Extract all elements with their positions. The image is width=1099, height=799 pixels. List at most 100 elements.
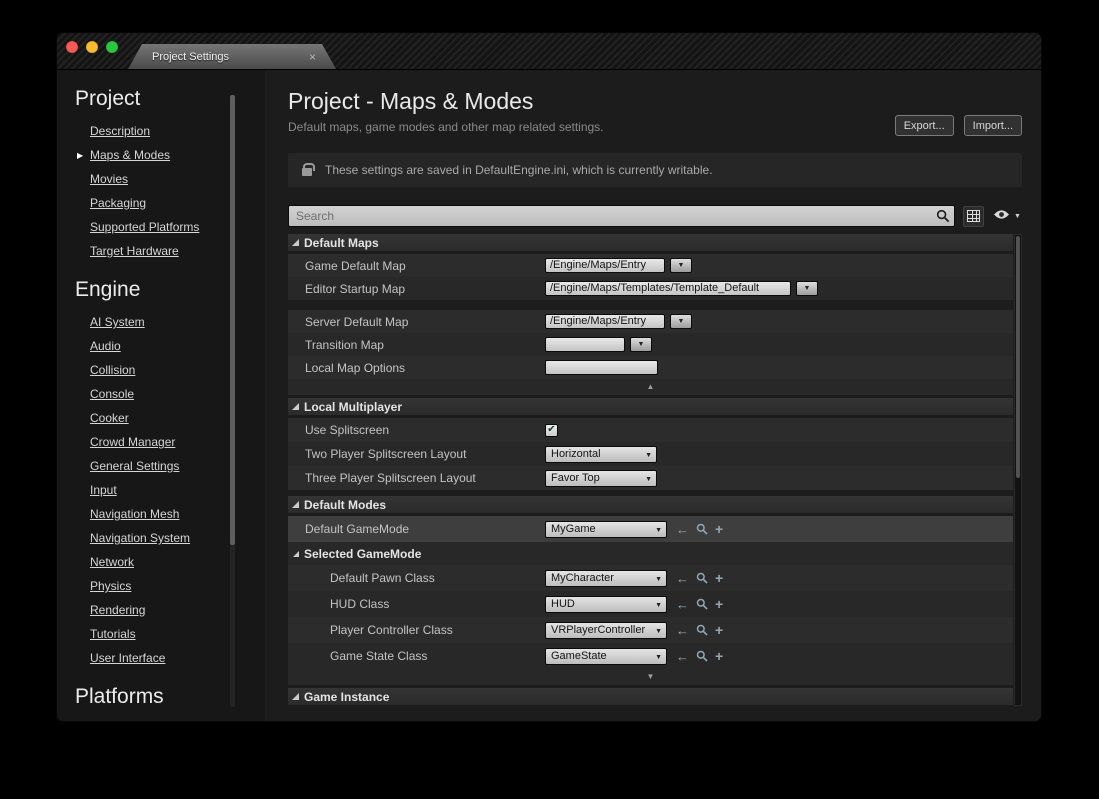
sidebar-item-tutorials[interactable]: Tutorials <box>90 622 265 646</box>
sidebar-item-description[interactable]: Description <box>90 119 265 143</box>
add-new-icon[interactable]: + <box>715 623 723 637</box>
add-new-icon[interactable]: + <box>715 571 723 585</box>
use-selected-asset-icon[interactable]: ← <box>676 650 689 663</box>
collapse-advanced-strip[interactable]: ▲ <box>288 379 1013 395</box>
search-input[interactable] <box>289 206 954 226</box>
page-title: Project - Maps & Modes <box>288 88 534 114</box>
sidebar-item-navigation-system[interactable]: Navigation System <box>90 526 265 550</box>
sidebar-item-console[interactable]: Console <box>90 382 265 406</box>
config-file-notice: These settings are saved in DefaultEngin… <box>288 153 1022 187</box>
server-default-map-dropdown-button[interactable]: ▼ <box>670 314 692 329</box>
sidebar-item-input[interactable]: Input <box>90 478 265 502</box>
expand-triangle-icon[interactable] <box>292 501 299 508</box>
local-map-options-field[interactable] <box>545 360 658 375</box>
sidebar-item-crowd-manager[interactable]: Crowd Manager <box>90 430 265 454</box>
section-header-local-multiplayer[interactable]: Local Multiplayer <box>288 398 1013 415</box>
set-as-default-button[interactable] <box>963 205 984 227</box>
expand-triangle-icon[interactable] <box>292 693 299 700</box>
maximize-window-button[interactable] <box>106 41 118 53</box>
chevron-down-icon: ▼ <box>645 451 652 459</box>
use-selected-asset-icon[interactable]: ← <box>676 598 689 611</box>
expand-triangle-icon[interactable] <box>293 550 299 557</box>
view-options-button[interactable]: ▼ <box>993 207 1021 225</box>
settings-scrollbar[interactable] <box>1014 234 1022 706</box>
three-player-layout-select[interactable]: Favor Top ▼ <box>545 469 657 487</box>
section-header-default-modes[interactable]: Default Modes <box>288 496 1013 513</box>
settings-main-panel: Project - Maps & Modes Default maps, gam… <box>265 70 1041 721</box>
sidebar-item-user-interface[interactable]: User Interface <box>90 646 265 670</box>
row-divider <box>288 300 1013 310</box>
setting-label: Player Controller Class <box>330 623 453 637</box>
editor-startup-map-dropdown-button[interactable]: ▼ <box>796 281 818 296</box>
sidebar-item-cooker[interactable]: Cooker <box>90 406 265 430</box>
add-new-icon[interactable]: + <box>715 597 723 611</box>
default-pawn-class-select[interactable]: MyCharacter ▼ <box>545 569 667 587</box>
browse-icon[interactable] <box>696 523 708 535</box>
sidebar-item-network[interactable]: Network <box>90 550 265 574</box>
lock-icon <box>302 163 315 176</box>
editor-startup-map-field[interactable]: /Engine/Maps/Templates/Template_Default <box>545 281 791 296</box>
expand-triangle-icon[interactable] <box>292 239 299 246</box>
sidebar-item-ai-system[interactable]: AI System <box>90 310 265 334</box>
setting-label: Use Splitscreen <box>305 423 390 437</box>
browse-icon[interactable] <box>696 572 708 584</box>
expand-triangle-icon[interactable] <box>292 403 299 410</box>
export-button[interactable]: Export... <box>894 115 954 136</box>
game-default-map-field[interactable]: /Engine/Maps/Entry <box>545 258 665 273</box>
sidebar-scrollbar[interactable] <box>230 95 235 707</box>
tab-project-settings[interactable]: Project Settings × <box>128 44 336 69</box>
settings-panel: Default Maps Game Default Map /Engine/Ma… <box>288 234 1022 706</box>
use-selected-asset-icon[interactable]: ← <box>676 624 689 637</box>
add-new-icon[interactable]: + <box>715 522 723 536</box>
setting-label: Game Default Map <box>305 258 406 273</box>
sidebar-heading-project: Project <box>75 87 141 110</box>
browse-icon[interactable] <box>696 624 708 636</box>
sidebar-item-movies[interactable]: Movies <box>90 167 265 191</box>
chevron-down-icon: ▼ <box>677 262 685 269</box>
sidebar-item-audio[interactable]: Audio <box>90 334 265 358</box>
browse-icon[interactable] <box>696 650 708 662</box>
expand-arrow-icon: ▼ <box>646 672 655 681</box>
transition-map-field[interactable] <box>545 337 625 352</box>
game-default-map-dropdown-button[interactable]: ▼ <box>670 258 692 273</box>
setting-label: Three Player Splitscreen Layout <box>305 471 476 485</box>
subsection-header-selected-gamemode[interactable]: Selected GameMode <box>288 542 1013 565</box>
sidebar-item-collision[interactable]: Collision <box>90 358 265 382</box>
sidebar-item-maps-modes[interactable]: ▶ Maps & Modes <box>77 143 265 167</box>
add-new-icon[interactable]: + <box>715 649 723 663</box>
default-gamemode-select[interactable]: MyGame ▼ <box>545 520 667 538</box>
sidebar-item-supported-platforms[interactable]: Supported Platforms <box>90 215 265 239</box>
transition-map-dropdown-button[interactable]: ▼ <box>630 337 652 352</box>
close-window-button[interactable] <box>66 41 78 53</box>
game-state-class-select[interactable]: GameState ▼ <box>545 647 667 665</box>
sidebar-item-rendering[interactable]: Rendering <box>90 598 265 622</box>
setting-label: Default Pawn Class <box>330 571 435 585</box>
section-header-game-instance[interactable]: Game Instance <box>288 688 1013 705</box>
settings-scrollbar-thumb[interactable] <box>1016 236 1020 478</box>
checkmark-icon: ✔ <box>547 423 556 435</box>
sidebar-scrollbar-thumb[interactable] <box>230 95 235 545</box>
browse-icon[interactable] <box>696 598 708 610</box>
search-box <box>288 205 955 227</box>
setting-label: Server Default Map <box>305 314 409 329</box>
minimize-window-button[interactable] <box>86 41 98 53</box>
player-controller-class-select[interactable]: VRPlayerController ▼ <box>545 621 667 639</box>
two-player-layout-select[interactable]: Horizontal ▼ <box>545 445 657 463</box>
use-selected-asset-icon[interactable]: ← <box>676 572 689 585</box>
section-header-default-maps[interactable]: Default Maps <box>288 234 1013 251</box>
titlebar[interactable]: Project Settings × <box>57 33 1041 70</box>
import-button[interactable]: Import... <box>963 115 1022 136</box>
server-default-map-field[interactable]: /Engine/Maps/Entry <box>545 314 665 329</box>
chevron-down-icon: ▼ <box>655 575 662 583</box>
use-splitscreen-checkbox[interactable]: ✔ <box>545 423 558 437</box>
expand-advanced-strip[interactable]: ▼ <box>288 669 1013 685</box>
setting-row-local-map-options: Local Map Options <box>288 356 1013 379</box>
tab-close-icon[interactable]: × <box>309 50 316 64</box>
sidebar-item-navigation-mesh[interactable]: Navigation Mesh <box>90 502 265 526</box>
use-selected-asset-icon[interactable]: ← <box>676 523 689 536</box>
sidebar-item-physics[interactable]: Physics <box>90 574 265 598</box>
sidebar-item-target-hardware[interactable]: Target Hardware <box>90 239 265 263</box>
sidebar-item-packaging[interactable]: Packaging <box>90 191 265 215</box>
sidebar-item-general-settings[interactable]: General Settings <box>90 454 265 478</box>
hud-class-select[interactable]: HUD ▼ <box>545 595 667 613</box>
